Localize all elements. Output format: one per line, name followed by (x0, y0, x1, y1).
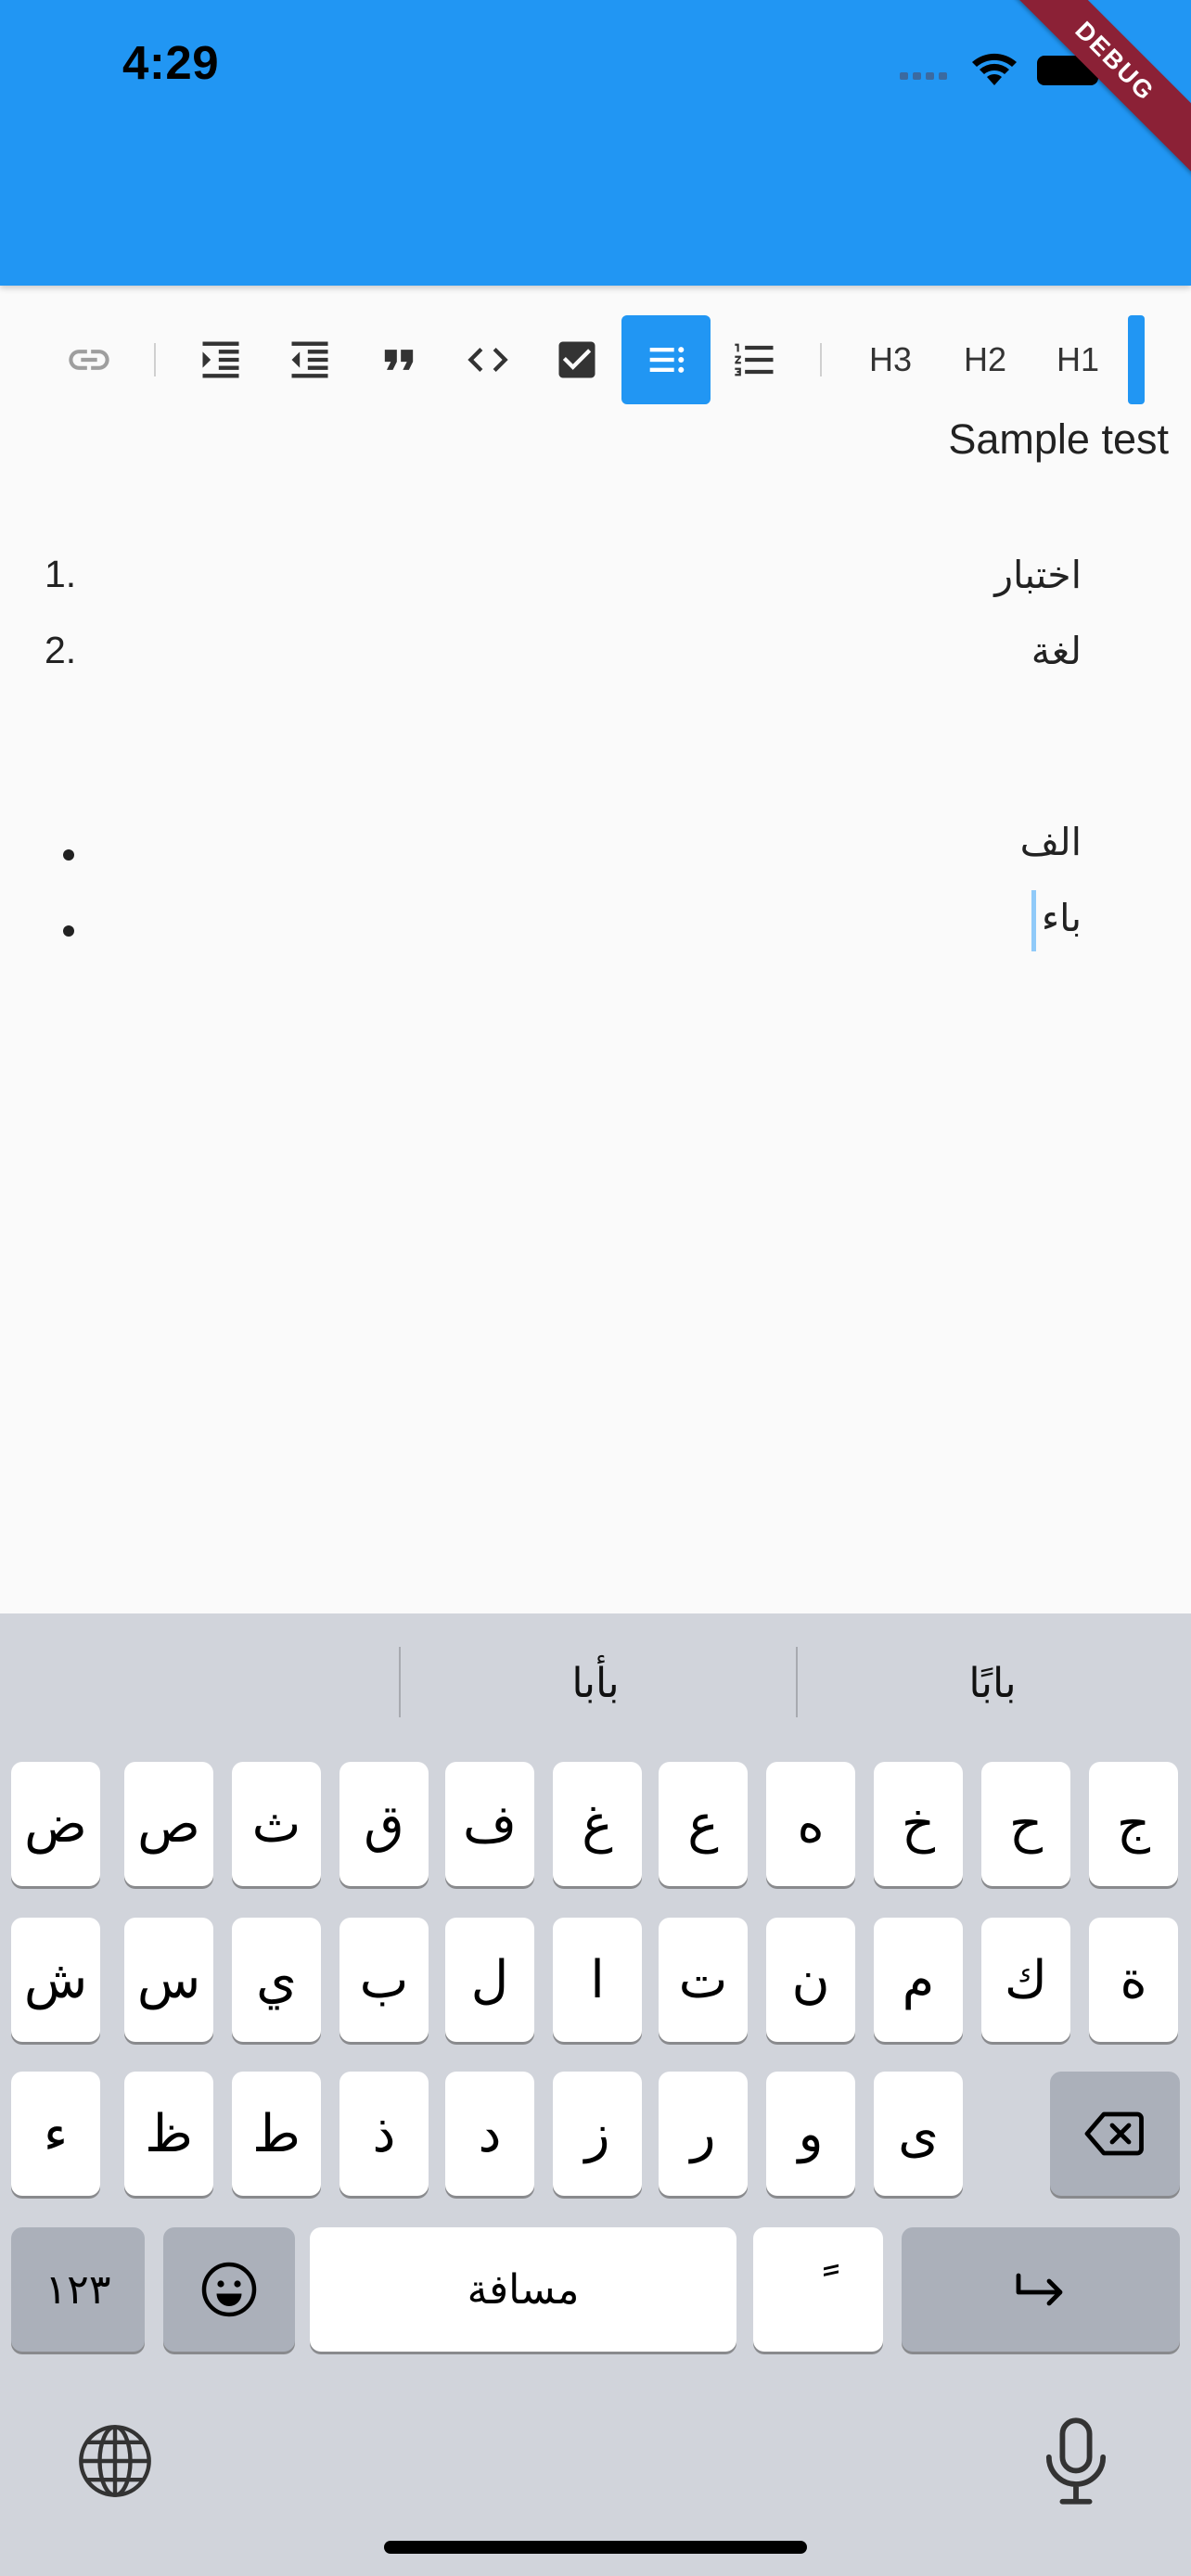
indent-increase-icon (202, 341, 239, 378)
home-indicator[interactable] (384, 2541, 807, 2554)
key-ghain[interactable]: غ (553, 1762, 642, 1886)
keyboard: بابًا بأبا ج ح خ ه ع غ ف ق ث ص ض ة ك م ن… (0, 1613, 1191, 2576)
debug-banner: DEBUG (980, 0, 1191, 197)
globe-icon[interactable] (74, 2420, 156, 2502)
key-waw[interactable]: و (766, 2072, 855, 2196)
key-tah[interactable]: ط (232, 2072, 321, 2196)
text-cursor (1031, 890, 1036, 951)
key-lam[interactable]: ل (445, 1918, 534, 2042)
key-hamza[interactable]: ء (11, 2072, 100, 2196)
bullet-list-icon (649, 347, 685, 373)
indent-increase-button[interactable] (176, 315, 265, 404)
key-kaf[interactable]: ك (981, 1918, 1070, 2042)
key-qaf[interactable]: ق (339, 1762, 429, 1886)
indent-decrease-icon (291, 341, 328, 378)
key-theh[interactable]: ث (232, 1762, 321, 1886)
quote-icon (384, 350, 414, 370)
key-thal[interactable]: ذ (339, 2072, 429, 2196)
checkbox-icon (558, 341, 596, 378)
key-alef-maksura[interactable]: ى (874, 2072, 963, 2196)
return-icon (1016, 2273, 1063, 2306)
ordered-list-item[interactable]: 1. اختبار (0, 553, 1191, 627)
key-alef[interactable]: ا (553, 1918, 642, 2042)
code-block-button[interactable] (443, 315, 532, 404)
list-number: 2. (45, 629, 77, 671)
bullet-dot (63, 925, 74, 937)
key-reh[interactable]: ر (659, 2072, 748, 2196)
numbered-list-icon (735, 343, 774, 376)
checklist-button[interactable] (532, 315, 621, 404)
key-dal[interactable]: د (445, 2072, 534, 2196)
numbered-list-button[interactable] (711, 315, 800, 404)
app-bar: 4:29 DEBUG (0, 0, 1191, 286)
key-heh[interactable]: ه (766, 1762, 855, 1886)
bullet-list-item[interactable]: الف (0, 820, 1191, 894)
suggestion-3[interactable] (0, 1613, 397, 1753)
backspace-icon (1084, 2111, 1144, 2156)
key-dad[interactable]: ض (11, 1762, 100, 1886)
suggestion-2[interactable]: بأبا (397, 1613, 794, 1753)
key-khaa[interactable]: خ (874, 1762, 963, 1886)
emoji-key[interactable] (163, 2227, 295, 2352)
list-item-text: اختبار (994, 554, 1082, 596)
key-beh[interactable]: ب (339, 1918, 429, 2042)
key-zain[interactable]: ز (553, 2072, 642, 2196)
key-ain[interactable]: ع (659, 1762, 748, 1886)
heading-3-button[interactable]: H3 (846, 315, 935, 404)
key-feh[interactable]: ف (445, 1762, 534, 1886)
suggestion-divider (399, 1647, 401, 1717)
link-icon (69, 350, 109, 370)
key-haa[interactable]: ح (981, 1762, 1070, 1886)
formatting-toolbar: H3 H2 H1 (0, 306, 1191, 410)
key-sheen[interactable]: ش (11, 1918, 100, 2042)
microphone-icon[interactable] (1037, 2415, 1115, 2507)
indent-decrease-button[interactable] (265, 315, 354, 404)
key-teh-marbuta[interactable]: ة (1089, 1918, 1178, 2042)
key-teh[interactable]: ت (659, 1918, 748, 2042)
numbers-key[interactable]: ١٢٣ (11, 2227, 145, 2352)
wifi-icon (972, 53, 1017, 85)
quote-button[interactable] (354, 315, 443, 404)
emoji-icon (201, 2262, 257, 2317)
list-item-text: باء (1041, 897, 1082, 939)
ordered-list-item[interactable]: 2. لغة (0, 629, 1191, 703)
toolbar-divider (820, 343, 822, 376)
key-seen[interactable]: س (124, 1918, 213, 2042)
list-item-text: الف (1019, 821, 1082, 863)
link-button[interactable] (45, 315, 134, 404)
heading-1-button[interactable]: H1 (1033, 315, 1122, 404)
cellular-signal-icon (900, 72, 947, 80)
suggestion-divider (796, 1647, 798, 1717)
key-sad[interactable]: ص (124, 1762, 213, 1886)
key-zah[interactable]: ظ (124, 2072, 213, 2196)
suggestion-1[interactable]: بابًا (794, 1613, 1191, 1753)
status-time: 4:29 (122, 36, 220, 89)
diacritic-key[interactable]: ً (753, 2227, 883, 2352)
key-noon[interactable]: ن (766, 1918, 855, 2042)
key-jeem[interactable]: ج (1089, 1762, 1178, 1886)
heading-2-button[interactable]: H2 (941, 315, 1030, 404)
toolbar-scroll-indicator (1128, 315, 1145, 404)
backspace-key[interactable] (1050, 2072, 1180, 2196)
space-key[interactable]: مسافة (310, 2227, 736, 2352)
bullet-list-button[interactable] (621, 315, 711, 404)
return-key[interactable] (902, 2227, 1180, 2352)
key-yeh[interactable]: ي (232, 1918, 321, 2042)
bullet-list-item[interactable]: باء (0, 896, 1191, 970)
bullet-dot (63, 849, 74, 861)
key-meem[interactable]: م (874, 1918, 963, 2042)
document-title: Sample test (948, 415, 1169, 463)
toolbar-divider (154, 343, 156, 376)
list-item-text: لغة (1031, 630, 1082, 672)
list-number: 1. (45, 553, 77, 595)
code-icon (467, 348, 508, 372)
